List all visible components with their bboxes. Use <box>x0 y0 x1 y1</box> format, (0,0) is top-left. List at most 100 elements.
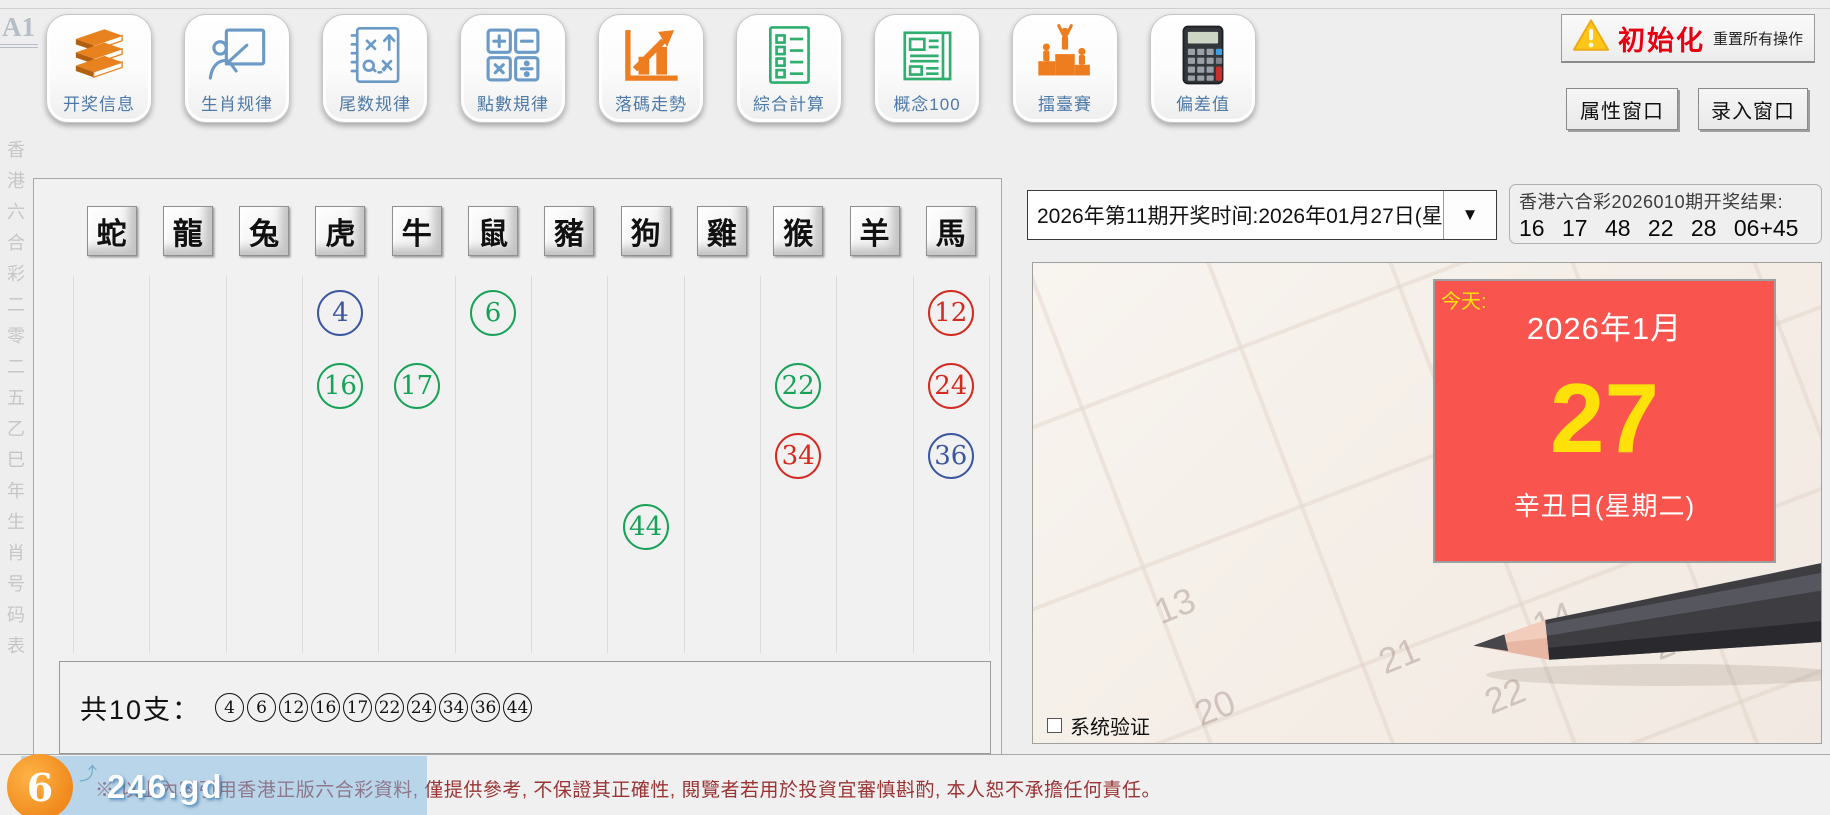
summary-ball-44: 44 <box>503 693 532 722</box>
toolbar-button-label: 概念100 <box>875 90 979 115</box>
toolbar-button-label: 擂臺賽 <box>1013 90 1117 115</box>
ball-22: 22 <box>775 363 821 409</box>
summary-prefix: 共10支： <box>80 688 201 727</box>
zodiac-tab-4[interactable]: 虎 <box>315 206 365 256</box>
calculator-icon <box>1151 15 1255 87</box>
result-title: 香港六合彩2026010期开奖结果: <box>1519 188 1812 214</box>
summary-ball-24: 24 <box>407 693 436 722</box>
strategy-notebook-icon <box>323 15 427 87</box>
ball-44: 44 <box>623 504 669 550</box>
toolbar-button-label: 落碼走勢 <box>599 90 703 115</box>
watermark-logo-icon: 6 <box>7 754 73 815</box>
entry-window-button[interactable]: 录入窗口 <box>1698 88 1808 130</box>
grid-line <box>226 276 227 653</box>
summary-ball-34: 34 <box>439 693 468 722</box>
ball-4: 4 <box>317 290 363 336</box>
summary-ball-16: 16 <box>311 693 340 722</box>
toolbar-button-trend-chart[interactable]: 落碼走勢 <box>598 14 704 123</box>
properties-window-button[interactable]: 属性窗口 <box>1566 88 1678 130</box>
zodiac-tab-label: 雞 <box>707 209 737 253</box>
system-verify-label: 系统验证 <box>1070 711 1150 740</box>
grid-line <box>913 276 914 653</box>
grid-line <box>302 276 303 653</box>
app-window: A1 开奖信息 生肖规律 尾数规律 點數規律 <box>0 0 1830 815</box>
toolbar-button-strategy-notebook[interactable]: 尾数规律 <box>322 14 428 123</box>
toolbar-button-books[interactable]: 开奖信息 <box>46 14 152 123</box>
chevron-down-icon[interactable]: ▼ <box>1443 191 1496 239</box>
calendar-day: 27 <box>1435 366 1774 470</box>
toolbar-button-label: 开奖信息 <box>47 90 151 115</box>
zodiac-tab-3[interactable]: 兔 <box>239 206 289 256</box>
ball-17: 17 <box>394 363 440 409</box>
system-verify-checkbox[interactable]: 系统验证 <box>1047 711 1150 740</box>
grid-line <box>684 276 685 653</box>
zodiac-tab-label: 蛇 <box>97 209 127 253</box>
today-label: 今天: <box>1441 285 1487 314</box>
summary-ball-4: 4 <box>215 693 244 722</box>
toolbar-button-newspaper[interactable]: 概念100 <box>874 14 980 123</box>
podium-icon <box>1013 15 1117 87</box>
grid-line <box>73 276 74 653</box>
summary-box: 共10支： 461216172224343644 <box>59 661 991 754</box>
init-button[interactable]: 初始化 重置所有操作 <box>1561 14 1815 63</box>
grid-line <box>607 276 608 653</box>
zodiac-tab-2[interactable]: 龍 <box>163 206 213 256</box>
grid-line <box>378 276 379 653</box>
grid-line <box>836 276 837 653</box>
zodiac-tab-7[interactable]: 豬 <box>544 206 594 256</box>
newspaper-icon <box>875 15 979 87</box>
init-button-sublabel: 重置所有操作 <box>1713 28 1803 49</box>
left-vertical-title: 香港六合彩二零二五乙巳年生肖号码表 <box>2 140 28 710</box>
zodiac-tab-9[interactable]: 雞 <box>697 206 747 256</box>
toolbar-button-teacher-board[interactable]: 生肖规律 <box>184 14 290 123</box>
zodiac-tab-11[interactable]: 羊 <box>850 206 900 256</box>
zodiac-tab-label: 虎 <box>325 209 355 253</box>
zodiac-tab-8[interactable]: 狗 <box>621 206 671 256</box>
date-card: 今天: 2026年1月 27 辛丑日(星期二) <box>1433 279 1776 563</box>
period-dropdown[interactable]: 2026年第11期开奖时间:2026年01月27日(星期二) ▼ <box>1027 190 1497 240</box>
ball-34: 34 <box>775 433 821 479</box>
zodiac-tab-label: 狗 <box>631 209 661 253</box>
toolbar-button-label: 偏差值 <box>1151 90 1255 115</box>
toolbar-button-calculator[interactable]: 偏差值 <box>1150 14 1256 123</box>
zodiac-tab-1[interactable]: 蛇 <box>87 206 137 256</box>
zodiac-tab-12[interactable]: 馬 <box>926 206 976 256</box>
zodiac-tab-6[interactable]: 鼠 <box>468 206 518 256</box>
toolbar-button-label: 尾数规律 <box>323 90 427 115</box>
summary-ball-6: 6 <box>247 693 276 722</box>
toolbar-button-label: 點數規律 <box>461 90 565 115</box>
calendar-ganzhi: 辛丑日(星期二) <box>1435 486 1774 523</box>
trend-chart-icon <box>599 15 703 87</box>
zodiac-tab-label: 猴 <box>783 209 813 253</box>
pencil-image <box>1451 563 1822 708</box>
watermark-ribbon-icon: ⤴ <box>79 760 97 786</box>
checkbox-box[interactable] <box>1047 718 1062 733</box>
summary-numbers: 461216172224343644 <box>215 693 535 722</box>
corner-label: A1 <box>0 12 38 48</box>
grid-line <box>989 276 990 653</box>
summary-ball-17: 17 <box>343 693 372 722</box>
zodiac-tab-label: 豬 <box>554 209 584 253</box>
ball-12: 12 <box>928 290 974 336</box>
toolbar-button-podium[interactable]: 擂臺賽 <box>1012 14 1118 123</box>
period-dropdown-value: 2026年第11期开奖时间:2026年01月27日(星期二) <box>1028 200 1443 230</box>
teacher-board-icon <box>185 15 289 87</box>
ball-16: 16 <box>317 363 363 409</box>
checklist-icon <box>737 15 841 87</box>
books-icon <box>47 15 151 87</box>
zodiac-tab-10[interactable]: 猴 <box>773 206 823 256</box>
toolbar-button-math-operators[interactable]: 點數規律 <box>460 14 566 123</box>
grid-line <box>149 276 150 653</box>
zodiac-tab-label: 牛 <box>402 209 432 253</box>
summary-ball-36: 36 <box>471 693 500 722</box>
ball-24: 24 <box>928 363 974 409</box>
toolbar-button-checklist[interactable]: 綜合計算 <box>736 14 842 123</box>
init-button-label: 初始化 <box>1618 19 1705 58</box>
summary-ball-12: 12 <box>279 693 308 722</box>
zodiac-tab-label: 龍 <box>173 209 203 253</box>
ball-36: 36 <box>928 433 974 479</box>
summary-ball-22: 22 <box>375 693 404 722</box>
zodiac-tab-label: 兔 <box>249 209 279 253</box>
warning-icon <box>1572 18 1610 58</box>
zodiac-tab-5[interactable]: 牛 <box>392 206 442 256</box>
